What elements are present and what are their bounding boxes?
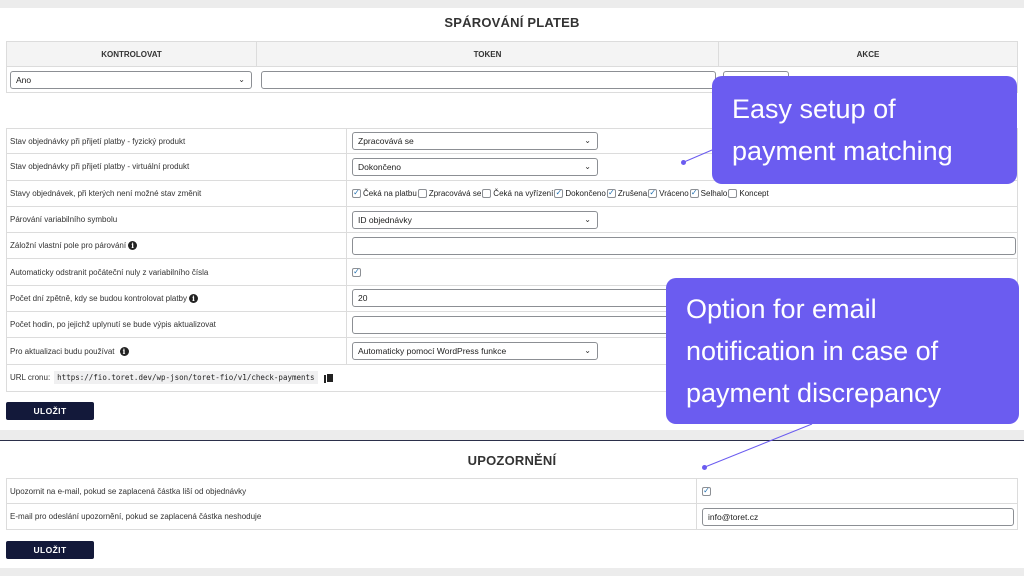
status-checkbox-label: Vráceno xyxy=(659,188,689,198)
status-checkbox-label: Zpracovává se xyxy=(428,188,482,198)
status-checkbox-label: Zrušena xyxy=(617,188,648,198)
settings-row-backup-field: Záložní vlastní pole pro párování i xyxy=(6,233,1018,260)
select-value: Zpracovává se xyxy=(358,136,414,147)
status-checkbox[interactable] xyxy=(417,188,427,198)
status-checkbox-item[interactable]: ✓ Dokončeno xyxy=(554,188,606,198)
status-checkbox[interactable]: ✓ xyxy=(689,188,699,198)
notify-row-email-toggle: Upozornit na e-mail, pokud se zaplacená … xyxy=(6,478,1018,504)
status-checkbox[interactable] xyxy=(728,188,738,198)
status-checkbox-label: Čeká na platbu xyxy=(363,188,417,198)
vs-matching-select[interactable]: ID objednávky ⌄ xyxy=(352,210,598,229)
status-checkbox-item[interactable]: Čeká na vyřízení xyxy=(482,188,554,198)
settings-label: Počet dní zpětně, kdy se budou kontrolov… xyxy=(10,293,188,303)
callout-line: Easy setup of xyxy=(732,94,896,124)
status-checkbox-item[interactable]: Koncept xyxy=(728,188,769,198)
settings-label: Upozornit na e-mail, pokud se zaplacená … xyxy=(7,479,697,503)
info-icon[interactable]: i xyxy=(189,293,199,303)
status-checkbox[interactable]: ✓ xyxy=(554,188,564,198)
settings-label: Párování variabilního symbolu xyxy=(7,206,347,233)
notify-row-email-address: E-mail pro odeslání upozornění, pokud se… xyxy=(6,504,1018,530)
callout-line: notification in case of xyxy=(686,336,939,366)
column-header-token: TOKEN xyxy=(257,42,719,66)
check-select[interactable]: Ano ⌄ xyxy=(10,70,252,89)
chevron-down-icon: ⌄ xyxy=(584,161,591,171)
column-header-action: AKCE xyxy=(856,49,880,59)
settings-label: Záložní vlastní pole pro párování xyxy=(10,241,127,251)
settings-label: Stav objednávky při přijetí platby - vir… xyxy=(7,154,347,180)
callout-line: payment discrepancy xyxy=(686,378,942,408)
settings-label: E-mail pro odeslání upozornění, pokud se… xyxy=(7,504,697,529)
callout-line: Option for email xyxy=(686,294,877,324)
status-checkbox-label: Selhalo xyxy=(700,188,728,198)
token-table-header: KONTROLOVAT TOKEN AKCE xyxy=(6,41,1018,67)
settings-row-locked-statuses: Stavy objednávek, při kterých není možné… xyxy=(6,180,1018,207)
status-checkbox-label: Koncept xyxy=(739,188,769,198)
chevron-down-icon: ⌄ xyxy=(584,214,591,224)
cron-url-value: https://fio.toret.dev/wp-json/toret-fio/… xyxy=(54,371,318,385)
chevron-down-icon: ⌄ xyxy=(584,136,591,146)
notify-email-checkbox[interactable]: ✓ xyxy=(702,486,711,496)
status-checkbox-label: Čeká na vyřízení xyxy=(493,188,554,198)
notifications-table: Upozornit na e-mail, pokud se zaplacená … xyxy=(6,478,1018,530)
status-checkbox[interactable]: ✓ xyxy=(606,188,616,198)
callout-dot-2 xyxy=(702,465,707,470)
physical-status-select[interactable]: Zpracovává se ⌄ xyxy=(352,132,598,151)
status-checkbox[interactable]: ✓ xyxy=(352,188,361,198)
callout-email-notification: Option for email notification in case of… xyxy=(666,278,1019,424)
column-header-check: KONTROLOVAT xyxy=(7,42,257,66)
select-value: ID objednávky xyxy=(358,214,412,225)
status-checkbox-item[interactable]: Zpracovává se xyxy=(417,188,482,198)
status-checkbox[interactable]: ✓ xyxy=(648,188,658,198)
cron-url-label: URL cronu: xyxy=(10,373,51,383)
callout-payment-matching: Easy setup of payment matching xyxy=(712,76,1017,184)
status-checkbox[interactable] xyxy=(482,188,492,198)
status-checkbox-item[interactable]: ✓ Čeká na platbu xyxy=(352,188,417,198)
callout-dot-1 xyxy=(681,160,686,165)
copy-icon[interactable] xyxy=(323,372,334,383)
select-value: Automaticky pomocí WordPress funkce xyxy=(358,346,507,357)
info-icon[interactable]: i xyxy=(128,241,138,251)
settings-row-vs-matching: Párování variabilního symbolu ID objedná… xyxy=(6,206,1018,234)
token-input[interactable] xyxy=(261,70,716,89)
chevron-down-icon: ⌄ xyxy=(584,346,591,356)
status-checkbox-label: Dokončeno xyxy=(565,188,606,198)
settings-label: Stavy objednávek, při kterých není možné… xyxy=(7,180,347,206)
update-method-select[interactable]: Automaticky pomocí WordPress funkce ⌄ xyxy=(352,342,598,361)
strip-zeros-checkbox[interactable]: ✓ xyxy=(352,267,361,277)
notify-email-input[interactable]: info@toret.cz xyxy=(702,507,1014,526)
status-checkbox-list: ✓ Čeká na platbu Zpracovává se Čeká na vyří… xyxy=(347,181,1017,206)
virtual-status-select[interactable]: Dokončeno ⌄ xyxy=(352,157,598,176)
status-checkbox-item[interactable]: ✓ Vráceno xyxy=(648,188,689,198)
status-checkbox-item[interactable]: ✓ Selhalo xyxy=(689,188,728,198)
notifications-panel: UPOZORNĚNÍ Upozornit na e-mail, pokud se… xyxy=(0,440,1024,568)
select-value: Dokončeno xyxy=(358,161,402,172)
save-notifications-button[interactable]: ULOŽIT xyxy=(6,541,94,559)
check-select-value: Ano xyxy=(16,74,32,85)
settings-label: Pro aktualizaci budu používat xyxy=(10,346,115,356)
settings-label: Stav objednávky při přijetí platby - fyz… xyxy=(7,129,347,154)
settings-label: Počet hodin, po jejichž uplynutí se bude… xyxy=(7,312,347,338)
settings-label: Automaticky odstranit počáteční nuly z v… xyxy=(7,259,347,285)
info-icon[interactable]: i xyxy=(119,346,129,356)
backup-field-input[interactable] xyxy=(352,236,1016,255)
section-title-payments: SPÁROVÁNÍ PLATEB xyxy=(444,15,580,30)
save-button[interactable]: ULOŽIT xyxy=(6,402,94,420)
section-title-notifications: UPOZORNĚNÍ xyxy=(467,453,557,468)
callout-line: payment matching xyxy=(732,136,953,166)
status-checkbox-item[interactable]: ✓ Zrušena xyxy=(606,188,648,198)
page: SPÁROVÁNÍ PLATEB KONTROLOVAT TOKEN AKCE … xyxy=(0,0,1024,576)
chevron-down-icon: ⌄ xyxy=(238,74,245,84)
